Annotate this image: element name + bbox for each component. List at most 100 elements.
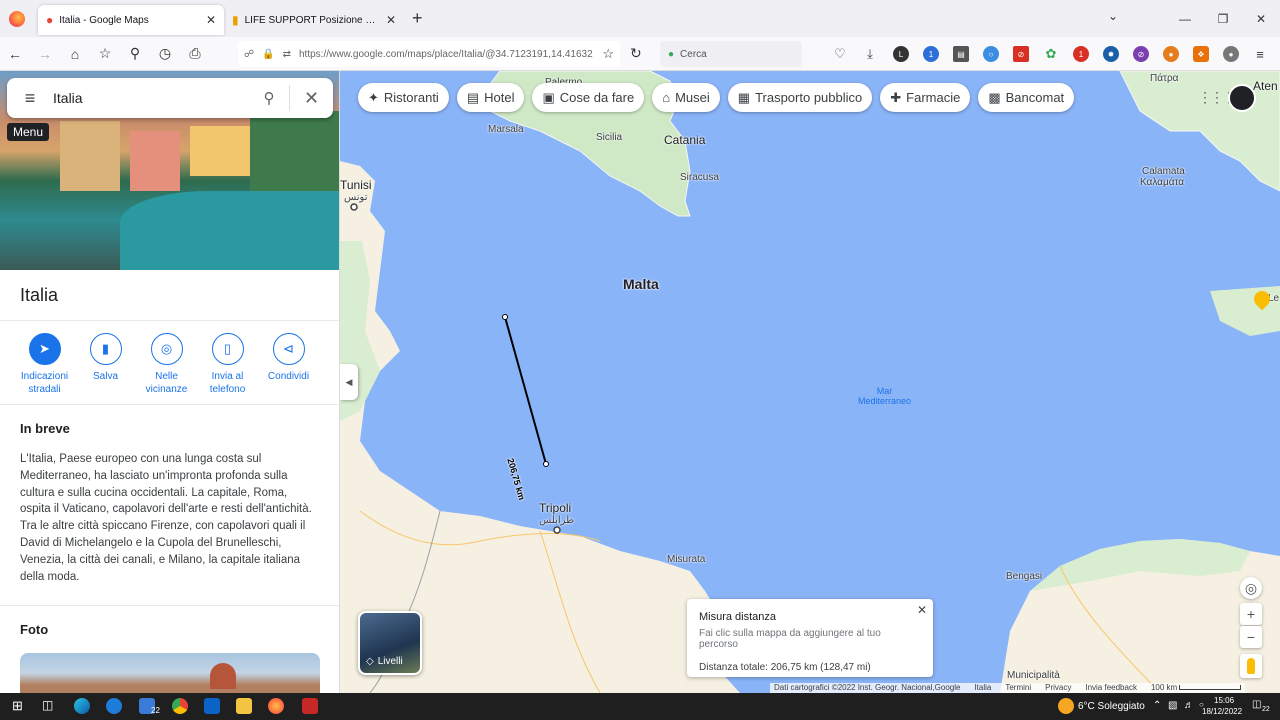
chip-musei[interactable]: ⌂ Musei <box>652 83 720 112</box>
clear-search-icon[interactable]: ✕ <box>289 85 333 111</box>
url-text[interactable]: https://www.google.com/maps/place/Italia… <box>299 49 594 60</box>
chip-bancomat[interactable]: ▩ Bancomat <box>978 83 1075 112</box>
search-icon[interactable]: ⚲ <box>249 89 289 107</box>
volume-icon[interactable]: ♬ <box>1184 700 1194 711</box>
lock-icon[interactable]: 🔒 <box>262 49 274 60</box>
reload-icon[interactable]: ↻ <box>630 45 642 62</box>
tab-google-maps[interactable]: ● Italia - Google Maps ✕ <box>38 5 224 35</box>
map-label-mar-mediterraneo[interactable]: Mar Mediterraneo <box>858 386 911 406</box>
bookmark-star-icon[interactable]: ☆ <box>602 46 620 62</box>
browser-search-input[interactable]: ● Cerca <box>660 41 802 67</box>
task-view-icon[interactable]: ◫ <box>42 698 58 714</box>
footer-feedback[interactable]: Invia feedback <box>1085 683 1137 693</box>
zoom-out-button[interactable]: − <box>1240 626 1262 648</box>
action-save[interactable]: ▮ Salva <box>75 333 136 396</box>
zoom-icon[interactable]: ⚲ <box>120 45 150 62</box>
footer-region[interactable]: Italia <box>974 683 991 693</box>
downloads-icon[interactable]: ⤓ <box>862 46 878 62</box>
hamburger-menu-icon[interactable]: ≡ <box>7 88 53 109</box>
pocket-icon[interactable]: ♡ <box>832 46 848 62</box>
layers-button[interactable]: ◇ Livelli <box>358 611 422 675</box>
window-close-icon[interactable]: ✕ <box>1242 12 1280 26</box>
action-nearby[interactable]: ◎ Nelle vicinanze <box>136 333 197 396</box>
new-tab-icon[interactable]: + <box>412 8 423 29</box>
list-tabs-chevron-icon[interactable]: ⌄ <box>1108 9 1118 23</box>
extension-puzzle-icon[interactable]: ❖ <box>1193 46 1209 62</box>
close-icon[interactable]: ✕ <box>917 603 927 617</box>
map-label-misurata[interactable]: Misurata <box>667 554 705 565</box>
chip-farmacie[interactable]: ✚ Farmacie <box>880 83 971 112</box>
firefox-taskbar-icon[interactable] <box>268 698 284 714</box>
extension-firefox-icon[interactable]: ● <box>1223 46 1239 62</box>
map-label-malta[interactable]: Malta <box>623 276 659 292</box>
history-icon[interactable]: ◷ <box>150 45 180 62</box>
clock-time[interactable]: 15:06 <box>1214 696 1234 705</box>
outlook-icon[interactable] <box>204 698 220 714</box>
map-label-calamata-gr[interactable]: Καλαμάτα <box>1140 177 1184 188</box>
bookmarks-icon[interactable]: ☆ <box>90 45 120 62</box>
action-directions[interactable]: ➤ Indicazioni stradali <box>14 333 75 396</box>
url-bar[interactable]: ☍ 🔒 ⇄ https://www.google.com/maps/place/… <box>238 41 620 67</box>
map-label-tripoli[interactable]: Tripoli <box>539 501 571 515</box>
extension-l-icon[interactable]: L <box>893 46 909 62</box>
app-menu-icon[interactable]: ≡ <box>1252 46 1268 62</box>
footer-terms[interactable]: Termini <box>1005 683 1031 693</box>
map-label-catania[interactable]: Catania <box>664 133 705 147</box>
notification-icon[interactable]: ◫ <box>1252 699 1261 710</box>
chrome-icon[interactable] <box>172 698 188 714</box>
extension-adblock-icon[interactable]: 1 <box>1073 46 1089 62</box>
extension-leaf-icon[interactable]: ✿ <box>1043 46 1059 62</box>
map-label-municipalita[interactable]: Municipalità <box>1007 670 1060 681</box>
weather-text[interactable]: 6°C Soleggiato <box>1078 701 1145 712</box>
footer-privacy[interactable]: Privacy <box>1045 683 1071 693</box>
extension-block-icon[interactable]: ⊘ <box>1013 46 1029 62</box>
extension-reader-icon[interactable]: ▤ <box>953 46 969 62</box>
firefox-menu-icon[interactable] <box>0 0 34 37</box>
forward-icon[interactable]: → <box>30 46 60 62</box>
chip-hotel[interactable]: ▤ Hotel <box>456 83 525 112</box>
permissions-icon[interactable]: ⇄ <box>283 49 291 60</box>
chip-cose-da-fare[interactable]: ▣ Cose da fare <box>532 83 645 112</box>
extension-nosign-icon[interactable]: ⊘ <box>1133 46 1149 62</box>
print-icon[interactable]: ⎙ <box>180 45 210 62</box>
minimize-icon[interactable]: — <box>1166 12 1204 26</box>
account-avatar[interactable] <box>1228 84 1256 112</box>
app-icon-blue[interactable] <box>106 698 122 714</box>
map-label-calamata[interactable]: Calamata <box>1142 166 1185 177</box>
tray-chevron-icon[interactable]: ⌃ <box>1153 700 1161 711</box>
shield-icon[interactable]: ☍ <box>244 49 254 60</box>
file-explorer-icon[interactable] <box>236 698 252 714</box>
map-label-sicilia[interactable]: Sicilia <box>596 132 622 143</box>
action-share[interactable]: ⊲ Condividi <box>258 333 319 396</box>
tab-life-support[interactable]: ▮ LIFE SUPPORT Posizione attuale (Search… <box>224 5 404 35</box>
map-label-tunisi[interactable]: Tunisi <box>340 178 372 192</box>
map-label-tunisi-ar[interactable]: تونس <box>344 192 367 203</box>
windows-start-icon[interactable]: ⊞ <box>12 698 28 714</box>
map-label-marsala[interactable]: Marsala <box>488 124 524 135</box>
map-label-atene[interactable]: Aten <box>1253 79 1278 93</box>
map-label-tripoli-ar[interactable]: طرابلس <box>539 515 574 526</box>
extension-circle-icon[interactable]: ○ <box>983 46 999 62</box>
extension-ball-icon[interactable]: ● <box>1163 46 1179 62</box>
restore-icon[interactable]: ❐ <box>1204 12 1242 26</box>
map-label-siracusa[interactable]: Siracusa <box>680 172 719 183</box>
chip-ristoranti[interactable]: ✦ Ristoranti <box>358 83 449 112</box>
collapse-panel-button[interactable]: ◀ <box>340 364 358 400</box>
close-tab-icon[interactable]: ✕ <box>206 13 216 27</box>
back-icon[interactable]: ← <box>0 46 30 62</box>
extension-gear-icon[interactable]: ✸ <box>1103 46 1119 62</box>
map-label-bengasi[interactable]: Bengasi <box>1006 571 1042 582</box>
chip-trasporto-pubblico[interactable]: ▦ Trasporto pubblico <box>727 83 873 112</box>
action-send-to-phone[interactable]: ▯ Invia al telefono <box>197 333 258 396</box>
my-location-button[interactable]: ◎ <box>1240 577 1262 599</box>
edge-icon[interactable] <box>74 698 90 714</box>
extension-shield-icon[interactable]: 1 <box>923 46 939 62</box>
maps-search-input[interactable]: Italia <box>53 90 249 106</box>
zoom-in-button[interactable]: + <box>1240 603 1262 625</box>
app-icon-red[interactable] <box>302 698 318 714</box>
home-icon[interactable]: ⌂ <box>60 46 90 62</box>
map-label-patra[interactable]: Πάτρα <box>1150 73 1178 84</box>
network-icon[interactable]: ▧ <box>1168 700 1177 711</box>
photo-thumbnail[interactable] <box>20 653 320 693</box>
close-tab-icon[interactable]: ✕ <box>386 13 396 27</box>
